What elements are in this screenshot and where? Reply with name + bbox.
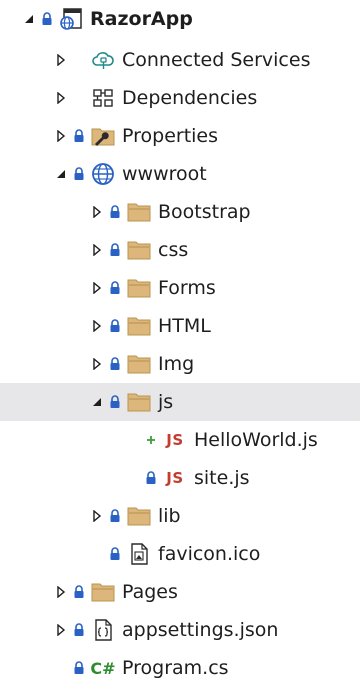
tree-item-lib[interactable]: lib [0,497,360,535]
tree-item-label: wwwroot [122,163,207,185]
lock-icon [106,544,124,564]
lock-icon [106,202,124,222]
folder-icon [126,352,152,376]
tree-item-razorapp[interactable]: RazorApp [0,0,360,38]
folder-icon [126,504,152,528]
tree-item-label: lib [158,505,181,527]
image-file-icon [126,542,152,566]
tree-item-html[interactable]: HTML [0,307,360,345]
tree-item-label: Forms [158,277,216,299]
tree-item-bootstrap[interactable]: Bootstrap [0,193,360,231]
collapsed-arrow-icon[interactable] [90,202,104,222]
connected-services-icon [90,48,116,72]
lock-icon [106,392,124,412]
tree-item-label: Connected Services [122,49,311,71]
project-name: RazorApp [90,8,193,30]
csharp-file-icon: C# [90,658,116,678]
added-plus-icon [142,430,160,450]
folder-icon [126,314,152,338]
tree-item-pages[interactable]: Pages [0,573,360,611]
globe-icon [90,162,116,186]
collapsed-arrow-icon[interactable] [54,126,68,146]
lock-icon [142,468,160,488]
collapsed-arrow-icon[interactable] [54,582,68,602]
tree-item-label: favicon.ico [158,543,261,565]
folder-icon [126,200,152,224]
collapsed-arrow-icon[interactable] [90,506,104,526]
tree-item-label: Img [158,353,195,375]
lock-icon [106,240,124,260]
dependencies-icon [90,86,116,110]
tree-item-label: js [158,391,174,413]
tree-item-site-js[interactable]: JS site.js [0,459,360,497]
tree-item-properties[interactable]: Properties [0,117,360,155]
properties-wrench-icon [90,124,116,148]
tree-item-img[interactable]: Img [0,345,360,383]
folder-icon [126,276,152,300]
javascript-file-icon: JS [166,469,184,487]
lock-icon [70,620,88,640]
lock-icon [70,582,88,602]
tree-item-label: Program.cs [122,657,229,679]
json-file-icon [90,618,116,642]
tree-item-dependencies[interactable]: Dependencies [0,79,360,117]
folder-icon [126,390,152,414]
tree-item-program-cs[interactable]: C# Program.cs [0,649,360,687]
expanded-arrow-icon[interactable] [22,9,36,29]
tree-item-label: css [158,239,189,261]
tree-item-label: HTML [158,315,211,337]
lock-icon [106,316,124,336]
tree-item-css[interactable]: css [0,231,360,269]
javascript-file-icon: JS [166,431,184,449]
tree-item-label: Dependencies [122,87,258,109]
tree-item-label: Properties [122,125,219,147]
tree-item-forms[interactable]: Forms [0,269,360,307]
tree-item-js[interactable]: js [0,383,360,421]
lock-icon [70,164,88,184]
folder-icon [90,580,116,604]
lock-icon [70,126,88,146]
tree-item-appsettings[interactable]: appsettings.json [0,611,360,649]
expanded-arrow-icon[interactable] [90,392,104,412]
tree-item-label: HelloWorld.js [194,429,318,451]
solution-explorer-tree: RazorApp Connected Services Dependencies… [0,0,360,682]
tree-item-wwwroot[interactable]: wwwroot [0,155,360,193]
collapsed-arrow-icon[interactable] [54,88,68,108]
collapsed-arrow-icon[interactable] [90,354,104,374]
tree-item-favicon[interactable]: favicon.ico [0,535,360,573]
tree-item-label: appsettings.json [122,619,279,641]
collapsed-arrow-icon[interactable] [90,316,104,336]
lock-icon [106,506,124,526]
tree-item-label: Pages [122,581,178,603]
web-project-icon [58,7,84,31]
lock-icon [38,9,56,29]
collapsed-arrow-icon[interactable] [90,278,104,298]
collapsed-arrow-icon[interactable] [90,240,104,260]
collapsed-arrow-icon[interactable] [54,50,68,70]
tree-item-connected-services[interactable]: Connected Services [0,41,360,79]
lock-icon [70,658,88,678]
folder-icon [126,238,152,262]
lock-icon [106,278,124,298]
tree-item-helloworld-js[interactable]: JS HelloWorld.js [0,421,360,459]
tree-item-label: site.js [194,467,250,489]
lock-icon [106,354,124,374]
tree-item-label: Bootstrap [158,201,251,223]
expanded-arrow-icon[interactable] [54,164,68,184]
collapsed-arrow-icon[interactable] [54,620,68,640]
